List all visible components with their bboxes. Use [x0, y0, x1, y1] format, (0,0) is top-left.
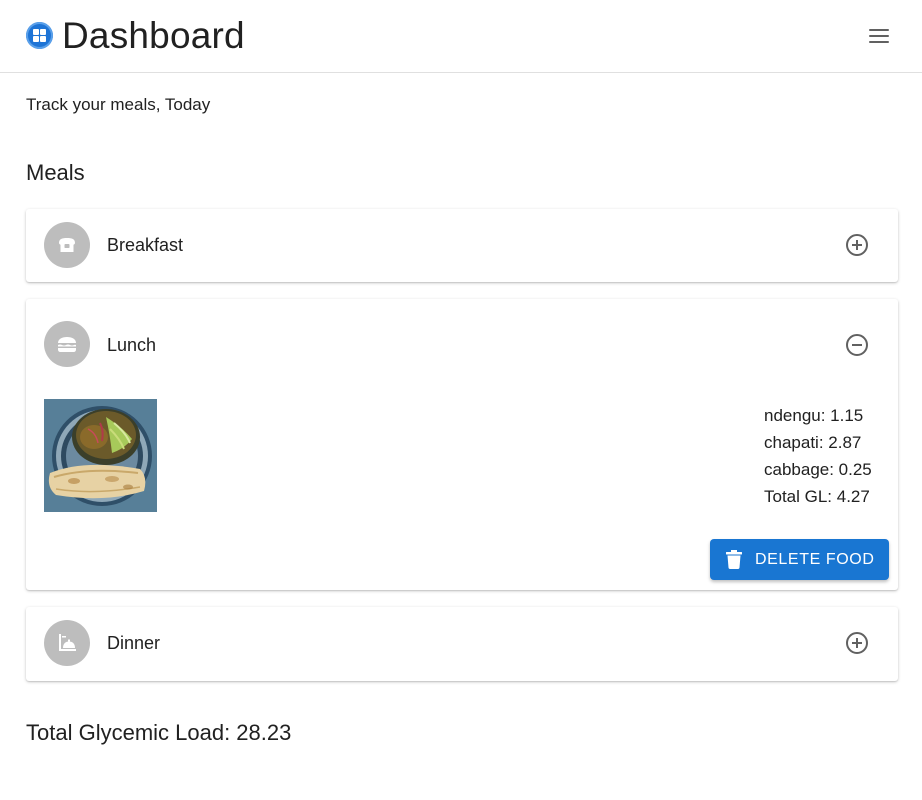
delete-food-button[interactable]: DELETE FOOD: [710, 539, 889, 580]
meal-label-breakfast: Breakfast: [107, 235, 184, 255]
hamburger-menu-icon[interactable]: [862, 22, 896, 50]
page-title: Dashboard: [62, 15, 245, 56]
nutrition-item-cabbage: cabbage: 0.25: [764, 460, 872, 479]
delete-food-label: DELETE FOOD: [755, 551, 875, 568]
trash-icon: [726, 550, 742, 569]
remove-circle-icon[interactable]: [842, 330, 872, 360]
add-circle-icon[interactable]: [842, 628, 872, 658]
nutrition-item-ndengu: ndengu: 1.15: [764, 406, 864, 425]
meal-card-breakfast: Breakfast: [26, 209, 898, 282]
app-bar: Dashboard: [0, 0, 922, 73]
toast-icon: [44, 222, 90, 268]
meal-card-lunch: Lunch ndengu: 1.15 chapati: 2.87 cabbage…: [26, 299, 898, 590]
meal-label-dinner: Dinner: [107, 633, 161, 653]
page-subtitle: Track your meals, Today: [26, 95, 211, 114]
nutrition-item-chapati: chapati: 2.87: [764, 433, 862, 452]
total-glycemic-load: Total Glycemic Load: 28.23: [26, 720, 292, 745]
food-photo: [44, 399, 157, 512]
nutrition-total-gl: Total GL: 4.27: [764, 487, 870, 506]
add-circle-icon[interactable]: [842, 230, 872, 260]
meal-label-lunch: Lunch: [107, 335, 157, 355]
burger-icon: [44, 321, 90, 367]
meals-heading: Meals: [26, 160, 85, 185]
dashboard-grid-icon: [26, 22, 53, 49]
meal-card-dinner: Dinner: [26, 607, 898, 681]
nutrition-list: ndengu: 1.15 chapati: 2.87 cabbage: 0.25…: [764, 402, 872, 510]
dinner-icon: [44, 620, 90, 666]
